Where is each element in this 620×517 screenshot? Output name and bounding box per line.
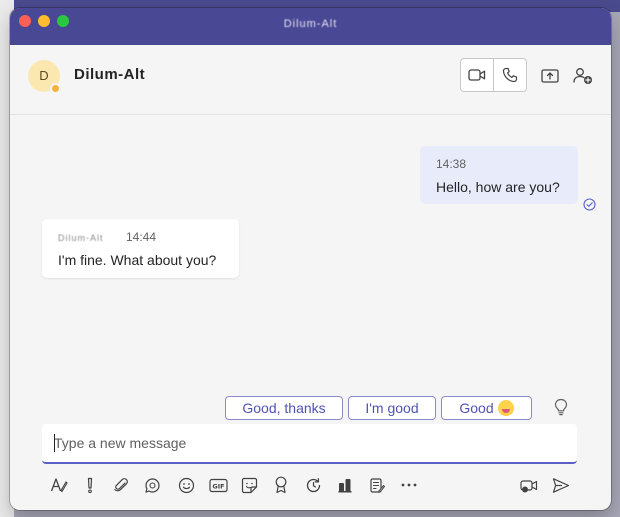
message-text: I'm fine. What about you? bbox=[58, 252, 217, 268]
paperclip-icon bbox=[114, 477, 128, 491]
meet-now-button[interactable] bbox=[518, 474, 540, 496]
more-options-button[interactable] bbox=[398, 474, 420, 496]
praise-icon bbox=[275, 476, 287, 494]
suggested-reply-button[interactable]: Good bbox=[441, 396, 532, 420]
forms-button[interactable] bbox=[366, 474, 388, 496]
chat-header: D Dilum-Alt bbox=[10, 45, 611, 115]
message-time: 14:44 bbox=[126, 230, 157, 244]
send-icon bbox=[552, 477, 570, 493]
suggested-reply-button[interactable]: Good, thanks bbox=[225, 396, 343, 420]
chat-window: Dilum-Alt D Dilum-Alt 14:38 Hello, how a… bbox=[10, 8, 611, 510]
video-call-button[interactable] bbox=[461, 59, 493, 91]
message-sender: Dilum-Alt bbox=[58, 233, 104, 243]
message-incoming[interactable]: Dilum-Alt 14:44 I'm fine. What about you… bbox=[42, 219, 239, 278]
check-circle-icon bbox=[583, 198, 596, 211]
suggested-reply-label: Good bbox=[459, 400, 494, 416]
compose-box bbox=[42, 424, 577, 464]
share-screen-button[interactable] bbox=[539, 65, 561, 87]
schedule-icon bbox=[306, 477, 320, 492]
meet-now-icon bbox=[519, 480, 537, 493]
gif-icon: GIF bbox=[208, 478, 228, 492]
video-camera-icon bbox=[468, 69, 486, 81]
phone-icon bbox=[502, 67, 518, 83]
message-outgoing[interactable]: 14:38 Hello, how are you? bbox=[420, 146, 578, 204]
suggested-reply-button[interactable]: I'm good bbox=[348, 396, 436, 420]
forms-icon bbox=[370, 477, 385, 493]
share-screen-icon bbox=[541, 69, 559, 83]
message-time: 14:38 bbox=[436, 157, 467, 171]
call-button-group bbox=[460, 58, 527, 92]
presence-away-icon bbox=[50, 83, 61, 94]
loop-icon bbox=[144, 477, 160, 493]
window-title: Dilum-Alt bbox=[283, 18, 338, 30]
sticker-icon bbox=[241, 477, 257, 493]
message-input[interactable] bbox=[54, 432, 554, 454]
apps-icon bbox=[338, 478, 351, 492]
add-people-icon bbox=[573, 68, 592, 84]
praise-button[interactable] bbox=[270, 474, 292, 496]
contact-name[interactable]: Dilum-Alt bbox=[74, 66, 145, 83]
message-text: Hello, how are you? bbox=[436, 179, 560, 195]
mark-important-button[interactable] bbox=[79, 474, 101, 496]
compose-toolbar: GIF bbox=[10, 470, 611, 500]
loop-component-button[interactable] bbox=[141, 474, 163, 496]
apps-button[interactable] bbox=[334, 474, 356, 496]
suggested-replies: Good, thanks I'm good Good bbox=[10, 396, 611, 420]
emoji-button[interactable] bbox=[175, 474, 197, 496]
smiley-emoji-icon bbox=[497, 400, 514, 416]
send-button[interactable] bbox=[550, 474, 572, 496]
emoji-icon bbox=[178, 477, 194, 493]
format-button[interactable] bbox=[48, 474, 70, 496]
sticker-button[interactable] bbox=[238, 474, 260, 496]
add-people-button[interactable] bbox=[572, 65, 594, 87]
svg-text:GIF: GIF bbox=[212, 482, 224, 490]
schedule-meeting-button[interactable] bbox=[302, 474, 324, 496]
format-icon bbox=[50, 478, 68, 493]
lightbulb-icon bbox=[554, 398, 568, 416]
message-list[interactable]: 14:38 Hello, how are you? Dilum-Alt 14:4… bbox=[10, 116, 611, 396]
exclamation-icon bbox=[87, 477, 93, 493]
attach-file-button[interactable] bbox=[110, 474, 132, 496]
text-caret bbox=[54, 434, 55, 452]
gif-button[interactable]: GIF bbox=[207, 474, 229, 496]
more-icon bbox=[401, 483, 417, 487]
suggestion-tips-button[interactable] bbox=[553, 398, 569, 416]
audio-call-button[interactable] bbox=[493, 59, 526, 91]
title-bar[interactable]: Dilum-Alt bbox=[10, 8, 611, 45]
